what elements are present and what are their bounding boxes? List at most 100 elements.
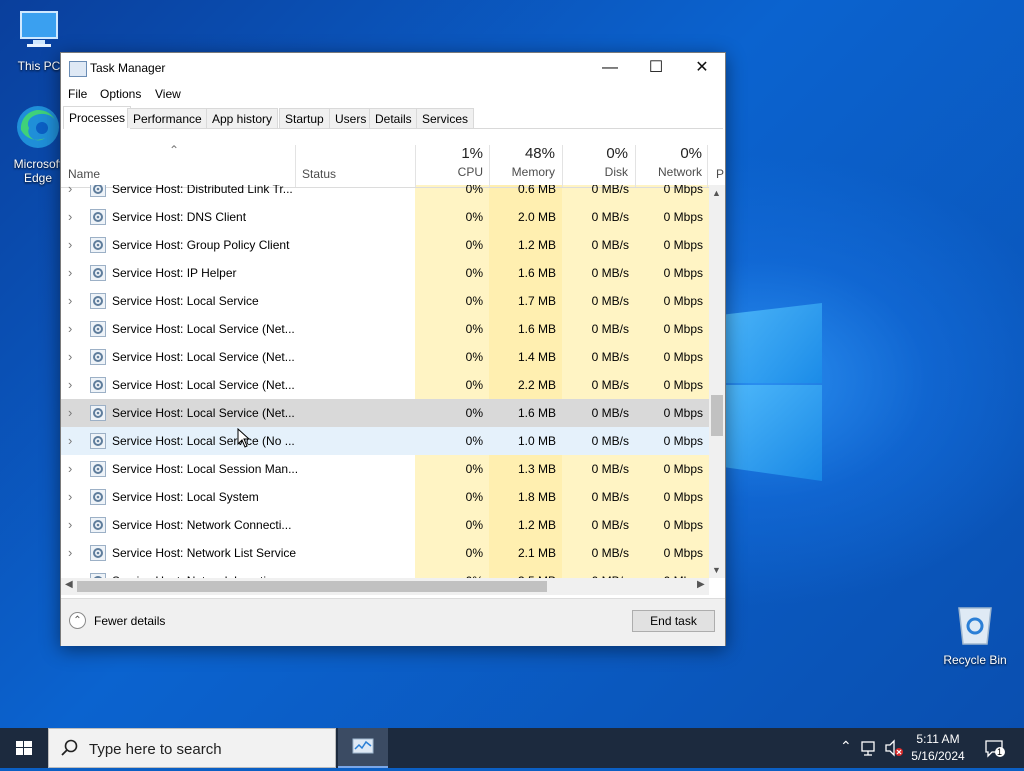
process-memory: 1.4 MB [517,350,556,364]
process-row[interactable]: › Service Host: Local System 0% 1.8 MB 0 MB/… [61,483,709,511]
expand-chevron-icon[interactable]: › [68,265,72,280]
process-name: Service Host: Local Service (Net... [112,322,295,336]
process-memory: 2.1 MB [517,546,556,560]
process-row[interactable]: › Service Host: Local Service 0% 1.7 MB 0 MB… [61,287,709,315]
expand-chevron-icon[interactable]: › [68,349,72,364]
column-power-partial[interactable]: P [716,167,724,181]
process-memory: 2.2 MB [517,378,556,392]
expand-chevron-icon[interactable]: › [68,517,72,532]
process-row[interactable]: › Service Host: Local Service (No ... 0% 1.… [61,427,709,455]
scroll-right-icon[interactable]: ▶ [697,579,705,590]
scroll-up-icon[interactable]: ▲ [712,188,721,198]
process-row[interactable]: ›Service Host: Network Location...0%3.5 … [61,567,709,578]
taskbar-search-box[interactable]: Type here to search [48,728,336,768]
expand-chevron-icon[interactable]: › [68,405,72,420]
tab-startup[interactable]: Startup [279,108,330,128]
expand-chevron-icon[interactable]: › [68,293,72,308]
column-network[interactable]: 0% Network [635,145,702,179]
process-row[interactable]: › Service Host: Group Policy Client 0% 1.2 … [61,231,709,259]
action-center-button[interactable]: 1 [980,728,1010,768]
expand-chevron-icon[interactable]: › [68,321,72,336]
expand-chevron-icon[interactable]: › [68,461,72,476]
maximize-button[interactable]: ☐ [633,53,679,83]
process-row[interactable]: › Service Host: DNS Client 0% 2.0 MB 0 MB/s 0… [61,203,709,231]
service-gear-icon [90,461,106,477]
notification-icon [985,740,1005,758]
service-gear-icon [90,433,106,449]
chevron-up-icon[interactable]: ⌃ [69,612,86,629]
process-memory: 1.0 MB [517,434,556,448]
volume-muted-icon[interactable] [884,738,904,758]
process-network: 0 Mbps [663,546,703,560]
process-row[interactable]: › Service Host: Local Service (Net... 0% 2.… [61,371,709,399]
tab-performance[interactable]: Performance [127,108,208,128]
process-disk: 0 MB/s [591,322,629,336]
process-row[interactable]: › Service Host: Local Session Man... 0% 1.3… [61,455,709,483]
process-row[interactable]: › Service Host: Network List Service 0% 2.1… [61,539,709,567]
close-button[interactable]: ✕ [679,53,725,83]
scroll-left-icon[interactable]: ◀ [65,579,73,590]
tab-details[interactable]: Details [369,108,418,128]
process-name: Service Host: IP Helper [112,266,237,280]
process-disk: 0 MB/s [591,546,629,560]
process-name: Service Host: DNS Client [112,210,247,224]
memory-label: Memory [511,165,555,179]
vertical-scroll-thumb[interactable] [711,395,723,436]
task-manager-icon [352,738,374,754]
process-cpu: 0% [465,434,483,448]
expand-chevron-icon[interactable]: › [68,545,72,560]
process-name: Service Host: Local System [112,490,259,504]
tab-users[interactable]: Users [329,108,373,128]
service-gear-icon [90,237,106,253]
column-name[interactable]: Name [68,167,100,181]
recycle-bin-icon [940,600,1010,649]
start-button[interactable] [0,728,48,768]
menu-file[interactable]: File [68,87,87,101]
process-row[interactable]: › Service Host: Local Service (Net... 0% 1.… [61,343,709,371]
column-disk[interactable]: 0% Disk [562,145,628,179]
expand-chevron-icon[interactable]: › [68,377,72,392]
show-hidden-icons-button[interactable]: ⌃ [838,728,856,768]
search-icon [61,739,78,756]
process-name: Service Host: Network List Service [112,546,297,560]
expand-chevron-icon[interactable]: › [68,489,72,504]
process-row[interactable]: › Service Host: Network Connecti... 0% 1.2 … [61,511,709,539]
title-bar[interactable]: Task Manager — ☐ ✕ [61,53,725,83]
tab-services[interactable]: Services [416,108,475,128]
taskbar-task-manager[interactable] [338,728,388,768]
process-disk: 0 MB/s [591,406,629,420]
horizontal-scrollbar[interactable]: ◀ ▶ [61,578,709,595]
process-disk: 0 MB/s [591,490,629,504]
network-icon[interactable] [860,738,880,758]
disk-percent: 0% [606,145,628,162]
vertical-scrollbar[interactable]: ▲ ▼ [709,185,725,578]
process-network: 0 Mbps [663,406,703,420]
process-disk: 0 MB/s [591,462,629,476]
scroll-down-icon[interactable]: ▼ [712,565,721,575]
column-cpu[interactable]: 1% CPU [415,145,483,179]
desktop-icon-recycle-bin[interactable]: Recycle Bin [940,600,1010,667]
cpu-label: CPU [457,165,483,179]
expand-chevron-icon[interactable]: › [68,185,72,196]
expand-chevron-icon[interactable]: › [68,433,72,448]
process-list: › Service Host: Distributed Link Tr... 0% 0… [61,185,709,578]
end-task-button[interactable]: End task [632,610,715,632]
menu-view[interactable]: View [155,87,181,101]
menu-options[interactable]: Options [100,87,141,101]
expand-chevron-icon[interactable]: › [68,237,72,252]
process-cpu: 0% [465,406,483,420]
system-clock[interactable]: 5:11 AM 5/16/2024 [902,731,974,765]
process-row[interactable]: › Service Host: Local Service (Net... 0% 1.… [61,315,709,343]
column-status[interactable]: Status [302,167,336,181]
process-row[interactable]: › Service Host: Local Service (Net... 0% 1.… [61,399,709,427]
column-memory[interactable]: 48% Memory [489,145,555,179]
service-gear-icon [90,405,106,421]
tab-app-history[interactable]: App history [206,108,279,128]
process-row[interactable]: › Service Host: Distributed Link Tr... 0% 0… [61,185,709,203]
process-row[interactable]: › Service Host: IP Helper 0% 1.6 MB 0 MB/s 0 … [61,259,709,287]
horizontal-scroll-thumb[interactable] [77,581,547,592]
tab-processes[interactable]: Processes [63,106,132,129]
fewer-details-link[interactable]: Fewer details [94,614,165,628]
minimize-button[interactable]: — [587,53,633,83]
expand-chevron-icon[interactable]: › [68,209,72,224]
